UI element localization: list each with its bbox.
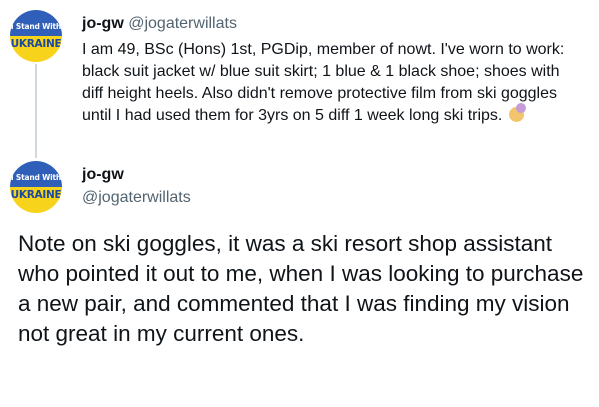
- avatar-text-line2: UKRAINE: [10, 189, 62, 201]
- display-name[interactable]: jo-gw: [82, 15, 124, 32]
- user-handle[interactable]: @jogaterwillats: [128, 15, 237, 32]
- tweet-header: jo-gw @jogaterwillats: [82, 15, 237, 33]
- woman-facepalming-emoji-icon: [508, 103, 526, 122]
- avatar-text-line1: I Stand With: [10, 173, 62, 182]
- tweet-text-content: I am 49, BSc (Hons) 1st, PGDip, member o…: [82, 41, 565, 124]
- tweet-text: I am 49, BSc (Hons) 1st, PGDip, member o…: [82, 39, 582, 127]
- avatar[interactable]: I Stand With UKRAINE: [10, 161, 62, 213]
- thread-connector-line: [35, 64, 37, 158]
- avatar-text-line2: UKRAINE: [10, 38, 62, 50]
- user-handle[interactable]: @jogaterwillats: [82, 189, 191, 207]
- avatar-text-line1: I Stand With: [10, 22, 62, 31]
- display-name[interactable]: jo-gw: [82, 166, 124, 184]
- tweet-text: Note on ski goggles, it was a ski resort…: [18, 231, 584, 346]
- tweet-thread: I Stand With UKRAINE jo-gw @jogaterwilla…: [0, 0, 599, 407]
- avatar[interactable]: I Stand With UKRAINE: [10, 10, 62, 62]
